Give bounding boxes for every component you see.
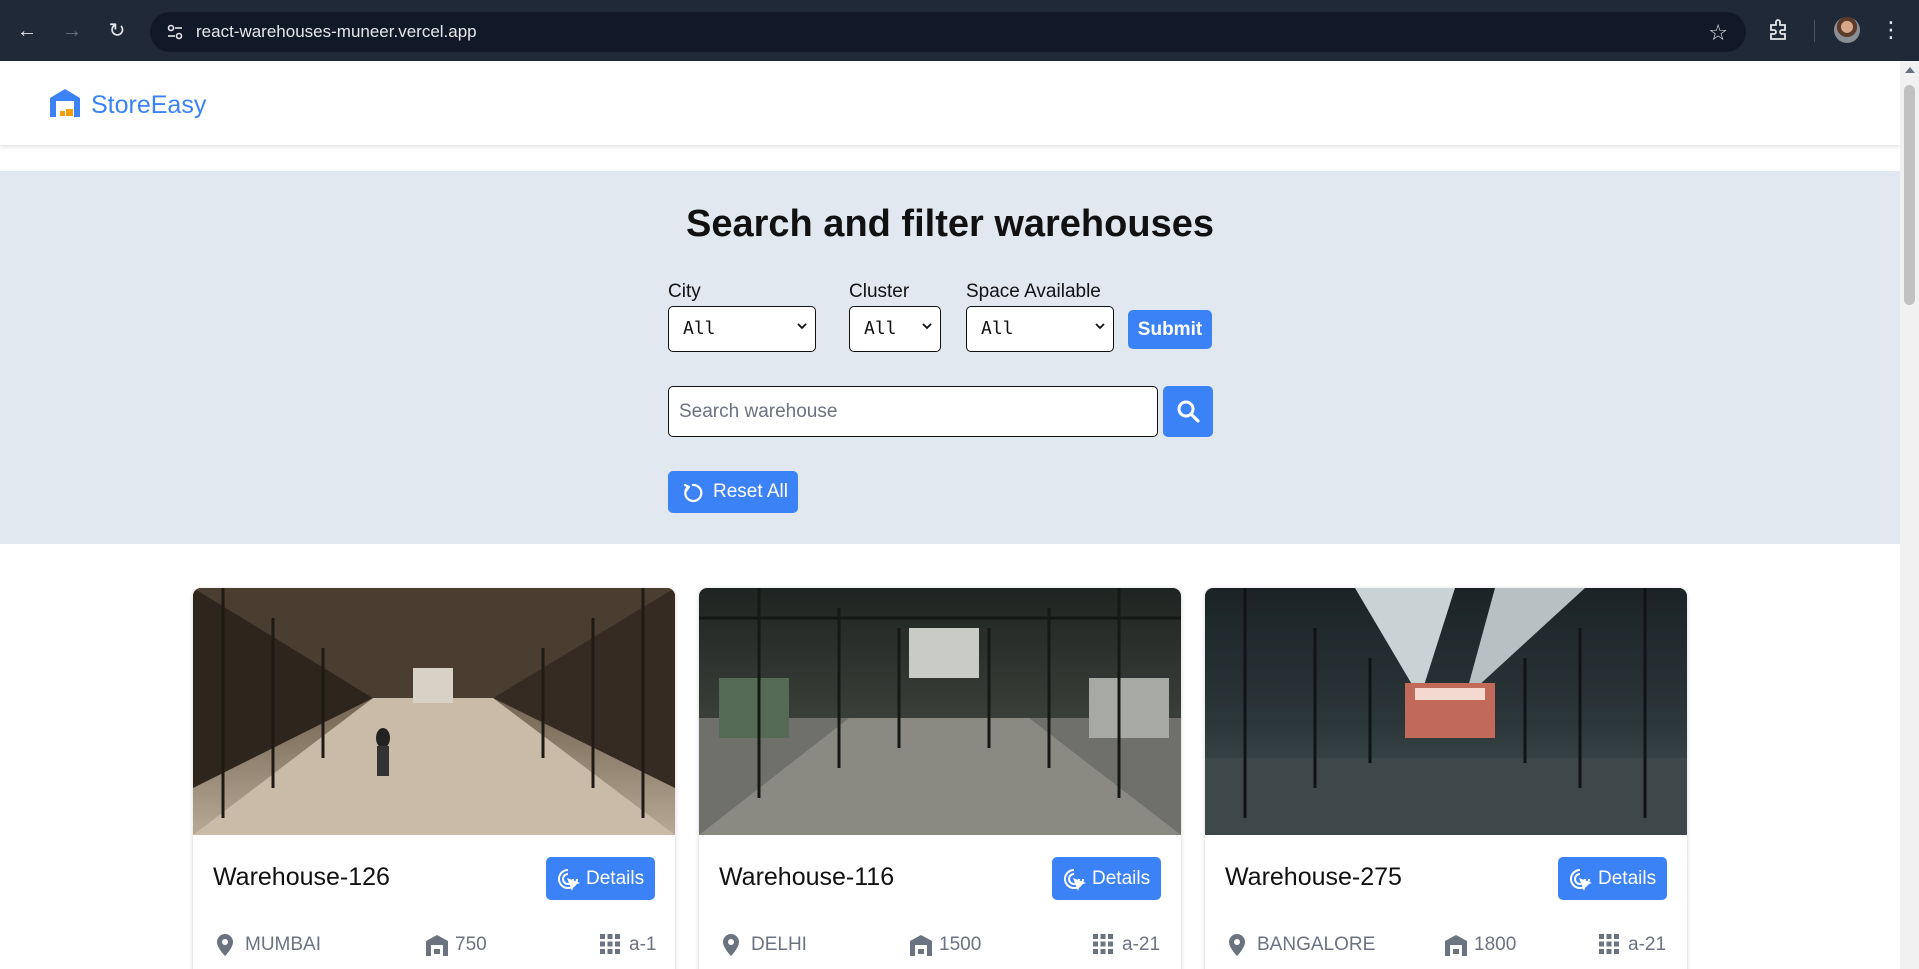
submit-button[interactable]: Submit <box>1128 310 1212 349</box>
details-button[interactable]: Details <box>1052 857 1161 900</box>
brand-name[interactable]: StoreEasy <box>91 91 206 120</box>
warehouse-icon <box>426 935 448 956</box>
location-pin-icon <box>217 934 233 956</box>
space-select-value: All <box>981 318 1014 339</box>
reset-all-button[interactable]: Reset All <box>668 471 798 513</box>
browser-toolbar: ← → ↻ react-warehouses-muneer.vercel.app… <box>0 0 1919 61</box>
warehouse-card: Warehouse-116 Details DELHI 1500 a-21 <box>699 588 1181 969</box>
warehouse-logo-icon[interactable] <box>48 87 82 119</box>
search-icon <box>1177 400 1200 423</box>
details-label: Details <box>1092 868 1151 889</box>
warehouse-name: Warehouse-116 <box>719 863 895 891</box>
city-value: BANGALORE <box>1257 934 1376 955</box>
warehouse-card: Warehouse-275 Details BANGALORE 1800 a-2… <box>1205 588 1687 969</box>
url-text: react-warehouses-muneer.vercel.app <box>196 22 477 41</box>
page-viewport: StoreEasy Search and filter warehouses C… <box>0 61 1900 969</box>
filter-section: Search and filter warehouses City All Cl… <box>0 171 1900 544</box>
bookmark-star-icon[interactable]: ☆ <box>1708 20 1728 46</box>
site-settings-icon[interactable] <box>166 23 184 41</box>
grid-icon <box>1599 934 1619 954</box>
chevron-down-icon <box>922 323 932 330</box>
grid-icon <box>1093 934 1113 954</box>
chevron-down-icon <box>1095 323 1105 330</box>
profile-avatar[interactable] <box>1834 17 1860 43</box>
warehouse-photo <box>699 588 1181 835</box>
search-placeholder: Search warehouse <box>679 401 838 422</box>
warehouse-name: Warehouse-126 <box>213 863 390 891</box>
cluster-value: a-21 <box>1628 934 1667 955</box>
space-label: Space Available <box>966 281 1101 302</box>
scroll-up-arrow-icon[interactable] <box>1905 67 1915 73</box>
toolbar-divider <box>1814 20 1815 42</box>
cursor-click-icon <box>1064 869 1086 891</box>
space-value: 1500 <box>939 934 982 955</box>
warehouse-card: Warehouse-126 Details MUMBAI 750 a-1 <box>193 588 675 969</box>
cluster-value: a-1 <box>629 934 657 955</box>
cluster-value: a-21 <box>1122 934 1161 955</box>
reset-icon <box>683 483 703 503</box>
warehouse-photo <box>193 588 675 835</box>
details-label: Details <box>1598 868 1657 889</box>
warehouse-icon <box>1445 935 1467 956</box>
city-select[interactable]: All <box>668 306 816 352</box>
city-value: DELHI <box>751 934 807 955</box>
page-scrollbar[interactable] <box>1900 61 1919 969</box>
details-button[interactable]: Details <box>546 857 655 900</box>
location-pin-icon <box>723 934 739 956</box>
space-value: 750 <box>455 934 487 955</box>
cluster-select[interactable]: All <box>849 306 941 352</box>
back-arrow-icon[interactable]: ← <box>13 17 41 45</box>
reset-all-label: Reset All <box>713 481 788 502</box>
space-select[interactable]: All <box>966 306 1114 352</box>
address-bar[interactable]: react-warehouses-muneer.vercel.app ☆ <box>150 12 1746 52</box>
cluster-label: Cluster <box>849 281 910 302</box>
cursor-click-icon <box>1570 869 1592 891</box>
forward-arrow-icon[interactable]: → <box>58 17 86 45</box>
chevron-down-icon <box>797 323 807 330</box>
grid-icon <box>600 934 620 954</box>
warehouse-icon <box>910 935 932 956</box>
city-select-value: All <box>683 318 716 339</box>
details-label: Details <box>586 868 645 889</box>
details-button[interactable]: Details <box>1558 857 1667 900</box>
site-header: StoreEasy <box>0 61 1900 145</box>
space-value: 1800 <box>1474 934 1517 955</box>
extensions-icon[interactable] <box>1766 17 1792 43</box>
scroll-thumb[interactable] <box>1904 85 1915 305</box>
city-label: City <box>668 281 701 302</box>
location-pin-icon <box>1229 934 1245 956</box>
page-title: Search and filter warehouses <box>686 203 1214 245</box>
warehouse-photo <box>1205 588 1687 835</box>
search-button[interactable] <box>1163 386 1213 437</box>
cluster-select-value: All <box>864 318 897 339</box>
reload-icon[interactable]: ↻ <box>103 17 131 45</box>
city-value: MUMBAI <box>245 934 321 955</box>
warehouse-name: Warehouse-275 <box>1225 863 1402 891</box>
more-menu-icon[interactable]: ⋮ <box>1880 16 1902 44</box>
search-input[interactable]: Search warehouse <box>668 386 1158 437</box>
cursor-click-icon <box>558 869 580 891</box>
